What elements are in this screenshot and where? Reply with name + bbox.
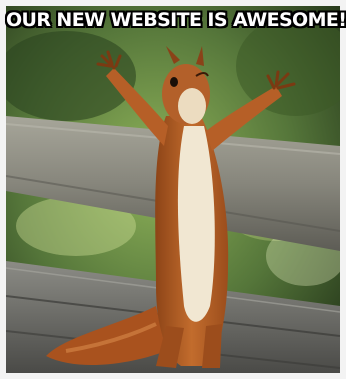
meme-photo [6,6,340,373]
meme-frame: OUR NEW WEBSITE IS AWESOME! [0,0,346,379]
squirrel-photo-illustration [6,6,340,373]
squirrel-belly [177,126,215,322]
meme-caption: OUR NEW WEBSITE IS AWESOME! [6,9,346,31]
squirrel-eye [170,77,178,87]
